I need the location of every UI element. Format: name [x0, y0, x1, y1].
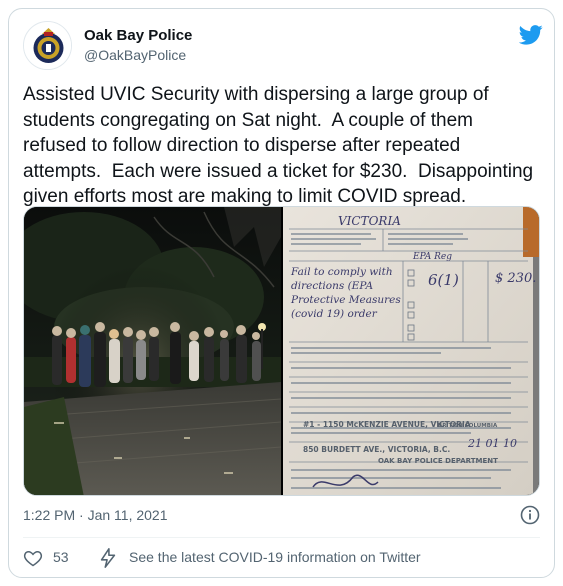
tweet-card: Oak Bay Police @OakBayPolice Assisted UV…: [8, 8, 555, 578]
tweet-timestamp[interactable]: 1:22 PM · Jan 11, 2021: [23, 507, 168, 523]
twitter-bird-icon[interactable]: [519, 25, 543, 45]
divider: [23, 537, 540, 538]
heart-icon[interactable]: [23, 548, 43, 568]
display-name[interactable]: Oak Bay Police: [84, 27, 192, 44]
svg-text:(covid 19) order: (covid 19) order: [291, 308, 378, 320]
violation-ticket-photo[interactable]: VICTORIA EPA Reg Fail to comply with dir…: [283, 207, 540, 496]
avatar[interactable]: [23, 21, 72, 70]
ticket-fine: $ 230.: [495, 271, 536, 286]
ticket-act: EPA Reg: [412, 252, 452, 262]
svg-text:Fail to comply with: Fail to comply with: [290, 266, 393, 278]
tweet-actions: 53 See the latest COVID-19 information o…: [23, 545, 543, 573]
tweet-media[interactable]: VICTORIA EPA Reg Fail to comply with dir…: [23, 206, 540, 496]
lightning-icon[interactable]: [97, 547, 119, 569]
ticket-section: 6(1): [428, 271, 459, 289]
ticket-city: VICTORIA: [338, 214, 401, 228]
night-crowd-photo[interactable]: [24, 207, 281, 496]
ticket-province: BRITISH COLUMBIA: [438, 423, 498, 429]
user-handle[interactable]: @OakBayPolice: [84, 47, 186, 63]
svg-text:directions (EPA: directions (EPA: [291, 280, 373, 292]
svg-text:Protective Measures: Protective Measures: [290, 294, 401, 306]
like-count[interactable]: 53: [53, 549, 69, 565]
tweet-text: Assisted UVIC Security with dispersing a…: [23, 84, 534, 207]
covid-info-link[interactable]: See the latest COVID-19 information on T…: [129, 549, 421, 565]
ticket-address-2: 850 BURDETT AVE., VICTORIA, B.C.: [303, 445, 450, 454]
info-icon[interactable]: [520, 505, 540, 525]
police-crest-icon: [24, 22, 71, 69]
ticket-dept: OAK BAY POLICE DEPARTMENT: [378, 457, 498, 465]
tweet-header: Oak Bay Police @OakBayPolice: [23, 21, 543, 75]
ticket-date: 21 01 10: [467, 437, 517, 450]
